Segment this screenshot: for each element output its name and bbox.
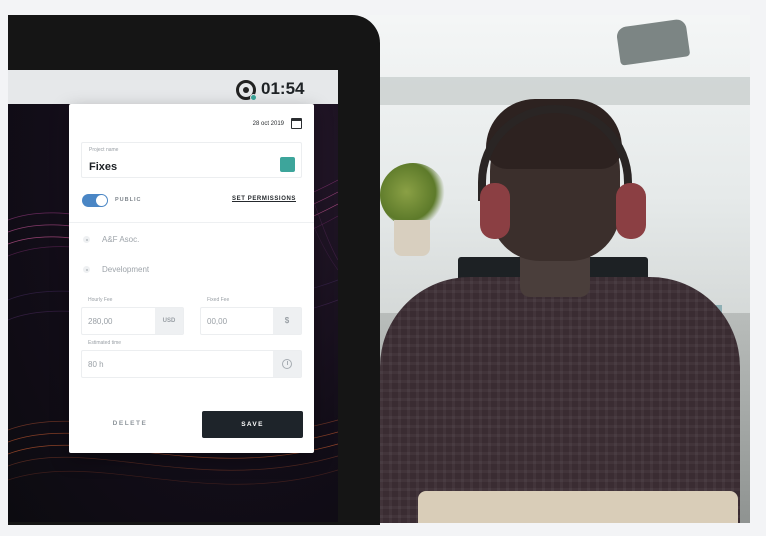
divider [69, 222, 314, 223]
radio-client[interactable] [83, 236, 90, 244]
project-name-field[interactable]: Project name Fixes [81, 142, 302, 178]
stage: 01:54 28 oct 2019 Project name Fixes PUB… [0, 0, 766, 536]
estimated-time-value: 80 h [88, 360, 104, 369]
timer-icon[interactable] [236, 80, 257, 101]
color-swatch[interactable] [280, 157, 295, 172]
fixed-fee-input[interactable]: 00,00 $ [200, 307, 302, 335]
hourly-fee-currency: USD [155, 308, 183, 334]
estimated-time-input[interactable]: 80 h [81, 350, 302, 378]
timer-display: 01:54 [261, 79, 305, 98]
headphones-right-cup [616, 183, 646, 239]
fixed-fee-label: Fixed Fee [207, 297, 230, 303]
option-category[interactable]: Development [83, 265, 149, 274]
option-category-label: Development [102, 265, 150, 274]
photo-plant [380, 163, 446, 227]
toggle-knob [96, 195, 107, 206]
calendar-icon[interactable] [291, 118, 302, 129]
public-label: PUBLIC [115, 197, 142, 203]
estimated-time-addon [273, 351, 301, 377]
clock-icon [282, 359, 292, 369]
background-photo [370, 15, 750, 523]
hourly-fee-value: 280,00 [88, 317, 113, 326]
hourly-fee-label: Hourly Fee [88, 297, 113, 303]
photo-person-shirt [380, 277, 740, 523]
project-card: 28 oct 2019 Project name Fixes PUBLIC SE… [69, 104, 314, 453]
fixed-fee-currency: $ [273, 308, 301, 334]
public-toggle[interactable] [82, 194, 108, 207]
option-client-label: A&F Asoc. [102, 235, 140, 244]
headphones-left-cup [480, 183, 510, 239]
estimated-time-label: Estimated time [88, 340, 122, 346]
date-label: 28 oct 2019 [252, 121, 284, 127]
project-name-value[interactable]: Fixes [89, 161, 117, 173]
delete-button[interactable]: DELETE [91, 411, 169, 437]
hourly-fee-input[interactable]: 280,00 USD [81, 307, 184, 335]
timer-status-dot [250, 94, 257, 101]
photo-plant-pot [394, 220, 430, 256]
radio-category[interactable] [83, 266, 90, 274]
fixed-fee-value: 00,00 [207, 317, 228, 326]
set-permissions-link[interactable]: SET PERMISSIONS [232, 196, 296, 202]
option-client[interactable]: A&F Asoc. [83, 235, 139, 244]
project-name-label: Project name [89, 147, 119, 153]
photo-chair [418, 491, 738, 523]
save-button[interactable]: SAVE [202, 411, 303, 438]
